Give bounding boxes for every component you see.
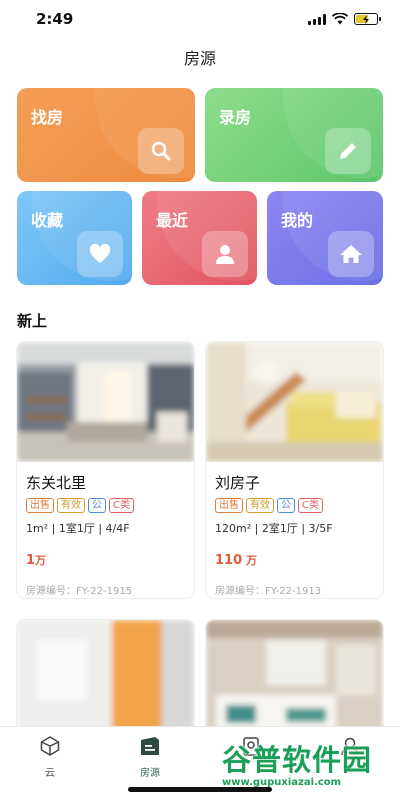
signal-icon (308, 13, 326, 25)
watermark-url: www.gupuxiazai.com (222, 777, 342, 788)
status-icons (308, 13, 381, 25)
heart-icon (77, 231, 123, 277)
tile-recent[interactable]: 最近 (142, 191, 257, 285)
listing-title: 刘房子 (215, 474, 261, 492)
listing-tags: 出售 有效 公 C类 (26, 498, 185, 513)
status-bar: 2:49 (0, 0, 400, 40)
page-title: 房源 (183, 49, 216, 68)
tile-label: 收藏 (31, 211, 64, 230)
tile-favorites[interactable]: 收藏 (17, 191, 132, 285)
tag-public: 公 (88, 498, 106, 513)
tab-label: 云 (45, 768, 55, 779)
tab-cloud[interactable]: 云 (20, 735, 80, 779)
price-unit: 万 (35, 554, 47, 567)
nav-bar: 房源 (0, 40, 400, 80)
tag-valid: 有效 (57, 498, 85, 513)
watermark-text: 谷普软件园 (222, 743, 373, 777)
listing-photo (206, 620, 383, 726)
tile-label: 录房 (219, 108, 252, 127)
price-value: 1 (26, 553, 36, 568)
listing-title: 东关北里 (26, 474, 87, 492)
tile-label: 最近 (156, 211, 189, 230)
search-icon (138, 128, 184, 174)
listing-spec: 1m² | 1室1厅 | 4/4F (26, 522, 130, 535)
wifi-icon (332, 13, 348, 25)
listing-icon (141, 737, 159, 755)
price-value: 110 (215, 553, 243, 568)
listing-card[interactable]: 刘房子 出售 有效 公 C类 120m² | 2室1厅 | 3/5F 110 万… (206, 342, 383, 598)
status-time: 2:49 (36, 10, 74, 28)
tag-class: C类 (298, 498, 323, 513)
section-title-new: 新上 (17, 312, 48, 330)
tag-sale: 出售 (215, 498, 243, 513)
tag-public: 公 (277, 498, 295, 513)
tile-record-house[interactable]: 录房 (205, 88, 383, 182)
tab-listings[interactable]: 房源 (120, 735, 180, 779)
listing-photo (17, 620, 194, 726)
listing-card[interactable] (206, 620, 383, 726)
listing-tags: 出售 有效 公 C类 (215, 498, 374, 513)
listing-price: 1万 (26, 552, 185, 568)
tab-label: 房源 (140, 768, 160, 779)
listing-photo (17, 342, 194, 462)
tile-find-house[interactable]: 找房 (17, 88, 195, 182)
tag-valid: 有效 (246, 498, 274, 513)
main-content[interactable]: 找房 录房 收藏 最近 我的 新上 东关北里 出售 有效 公 C类 1m² | … (0, 80, 400, 726)
battery-icon (354, 13, 381, 25)
tag-sale: 出售 (26, 498, 54, 513)
tile-label: 我的 (281, 211, 314, 230)
person-icon (202, 231, 248, 277)
price-unit: 万 (242, 554, 257, 567)
tile-mine[interactable]: 我的 (267, 191, 383, 285)
listing-spec: 120m² | 2室1厅 | 3/5F (215, 522, 333, 535)
cloud-cube-icon (40, 736, 60, 756)
home-icon (328, 231, 374, 277)
pencil-icon (325, 128, 371, 174)
listing-code: 房源编号：FY-22-1915 (26, 586, 133, 597)
listing-photo (206, 342, 383, 462)
listing-price: 110 万 (215, 552, 374, 568)
tag-class: C类 (109, 498, 134, 513)
listing-card[interactable]: 东关北里 出售 有效 公 C类 1m² | 1室1厅 | 4/4F 1万 房源编… (17, 342, 194, 598)
tile-label: 找房 (31, 108, 64, 127)
listing-card[interactable] (17, 620, 194, 726)
watermark: 谷普软件园 www.gupuxiazai.com (222, 745, 400, 800)
listing-code: 房源编号：FY-22-1913 (215, 586, 322, 597)
